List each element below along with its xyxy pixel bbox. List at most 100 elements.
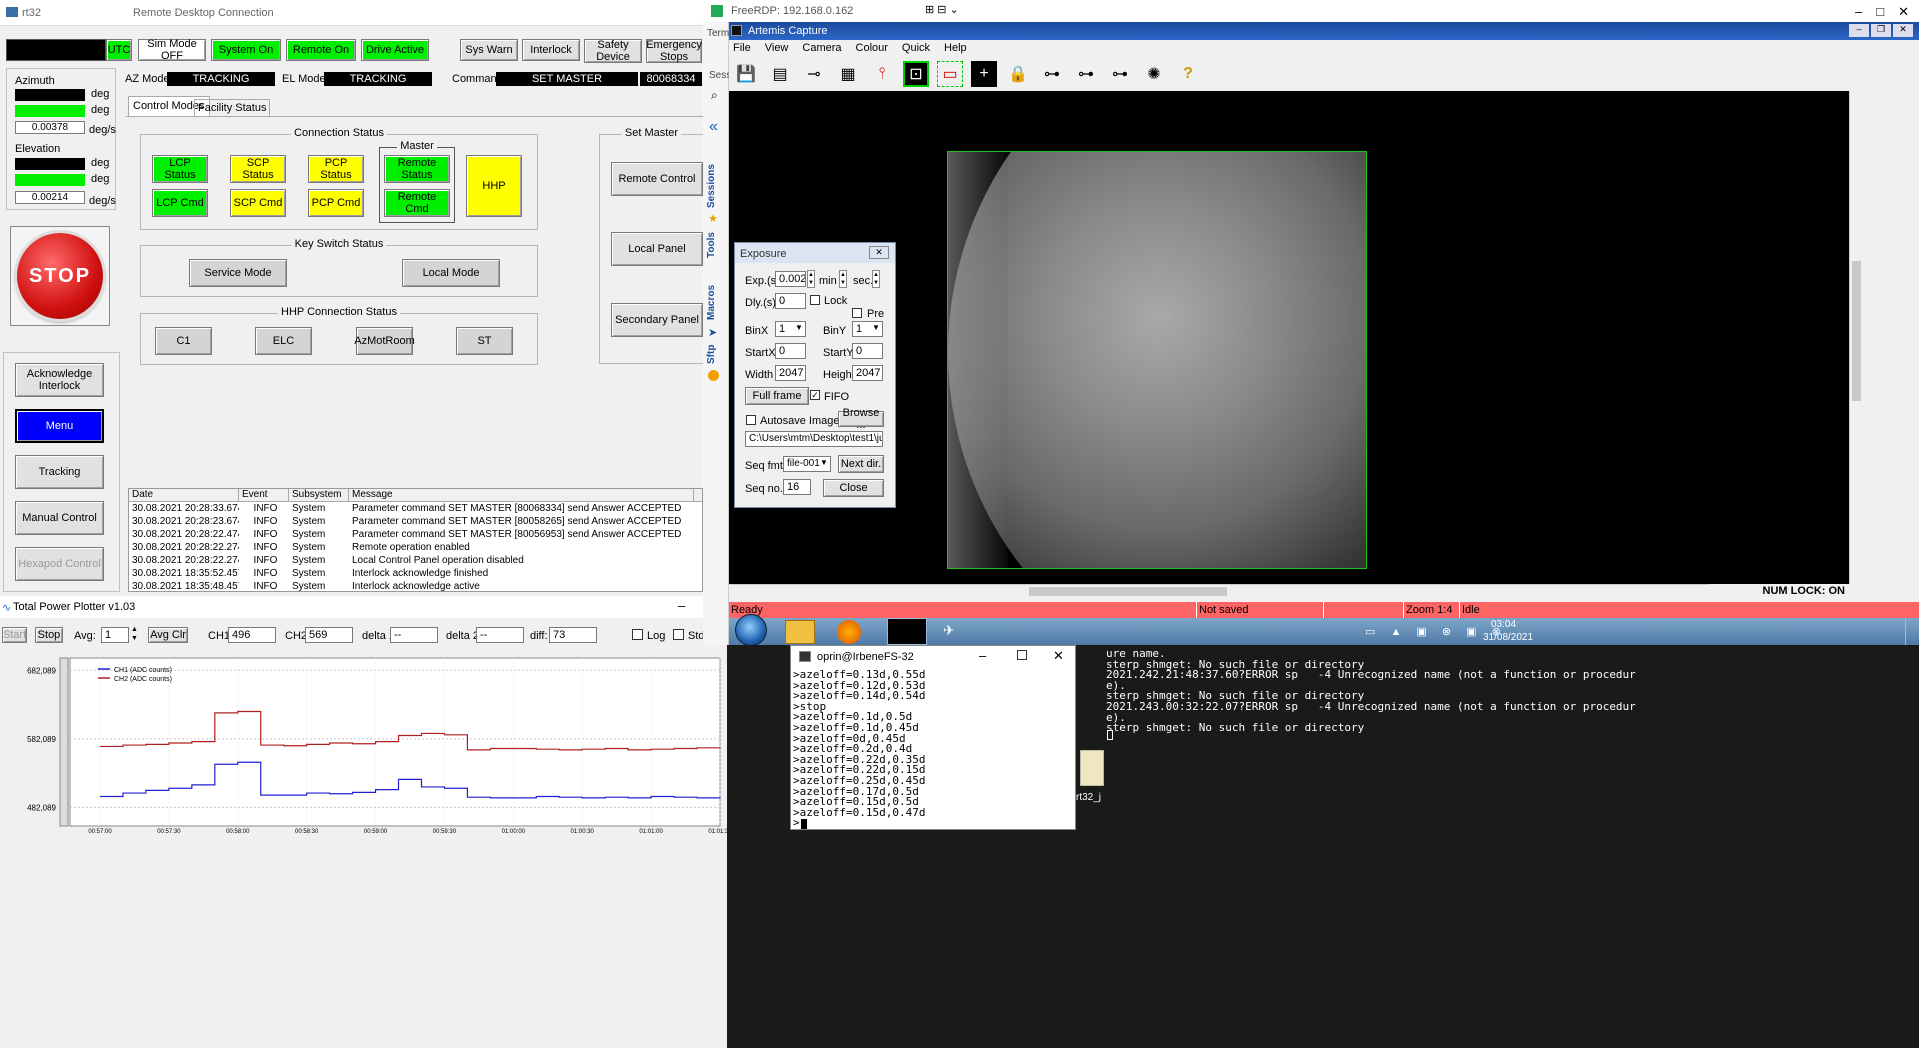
height-input[interactable]: 2047 [852,365,883,381]
path-input[interactable]: C:\Users\mtm\Desktop\test1\jup2 [745,431,883,447]
plot-start-button[interactable]: Start [2,627,27,643]
table-row[interactable]: 30.08.2021 20:28:22.274 INFO System Local C… [129,554,702,567]
log-header-message[interactable]: Message [349,489,694,501]
sess-tab[interactable]: Sess [709,70,731,81]
acknowledge-interlock-button[interactable]: Acknowledge Interlock [15,363,104,397]
manual-control-button[interactable]: Manual Control [15,501,104,535]
filter-refresh-icon[interactable]: ⊶ [1073,61,1099,87]
crosshair-icon[interactable]: + [971,61,997,87]
browse-button[interactable]: Browse ... [838,407,884,431]
close-button[interactable]: Close [823,479,884,497]
menu-button[interactable]: Menu [15,409,104,443]
save-icon[interactable]: 💾 [733,61,759,87]
minimize-icon[interactable]: – [1849,24,1869,37]
image-viewport[interactable] [729,91,1849,584]
colour-wheel-icon[interactable]: ✺ [1141,61,1167,87]
interlock-button[interactable]: Interlock [522,39,580,61]
focus-icon[interactable]: ⊡ [903,61,929,87]
emergency-stops-button[interactable]: Emergency Stops [646,39,702,63]
avg-spinner-icon[interactable]: ▲ ▼ [131,625,138,643]
save-all-icon[interactable]: ▤ [767,61,793,87]
remote-control-button[interactable]: Remote Control [611,162,703,196]
help-icon[interactable]: ? [1175,61,1201,87]
starty-input[interactable]: 0 [852,343,883,359]
next-dir-button[interactable]: Next dir. [838,455,884,473]
terminal-output[interactable]: >azeloff=0.13d,0.55d >azeloff=0.12d,0.53d… [793,669,1073,828]
plot-stop-button[interactable]: Stop [35,627,63,643]
hexapod-control-button[interactable]: Hexapod Control [15,547,104,581]
taskbar-artemis-icon[interactable] [887,618,927,645]
table-row[interactable]: 30.08.2021 20:28:33.674 INFO System Paramet… [129,502,702,515]
log-header-date[interactable]: Date [129,489,239,501]
window-menu-icon[interactable]: ⊞ ⊟ ⌄ [925,3,959,16]
log-header-subsystem[interactable]: Subsystem [289,489,349,501]
local-panel-button[interactable]: Local Panel [611,232,703,266]
menu-item-quick[interactable]: Quick [902,40,930,57]
lock-icon[interactable]: 🔒 [1005,61,1031,87]
tools-tab[interactable]: Tools [706,232,717,258]
start-button[interactable] [735,614,767,646]
horizontal-scrollbar[interactable] [729,584,1849,598]
hscroll-thumb[interactable] [1029,587,1227,596]
menu-item-file[interactable]: File [733,40,751,57]
macros-tab[interactable]: Macros [706,285,717,320]
table-row[interactable]: 30.08.2021 18:35:48.457 INFO System Interlo… [129,580,702,591]
close-icon[interactable]: ✕ [1893,24,1913,37]
maximize-icon[interactable] [1017,650,1027,660]
restore-icon[interactable]: ❐ [1871,24,1891,37]
histogram-icon[interactable]: ▦ [835,61,861,87]
table-row[interactable]: 30.08.2021 20:28:22.474 INFO System Paramet… [129,528,702,541]
collapse-icon[interactable]: « [709,118,718,136]
secondary-panel-button[interactable]: Secondary Panel [611,303,703,337]
sys-warn-button[interactable]: Sys Warn [460,39,518,61]
minimize-icon[interactable]: – [678,598,685,613]
telescope-icon[interactable]: ⊸ [801,61,827,87]
subframe-icon[interactable]: ▭ [937,61,963,87]
log-header-event[interactable]: Event [239,489,289,501]
filter-select-icon[interactable]: ⊶ [1107,61,1133,87]
table-row[interactable]: 30.08.2021 20:28:22.274 INFO System Remote … [129,541,702,554]
dly-input[interactable]: 0 [775,293,806,309]
seqfmt-dropdown-icon[interactable]: ▼ [820,458,828,467]
full-frame-button[interactable]: Full frame [745,387,809,405]
menu-item-camera[interactable]: Camera [802,40,841,57]
vertical-scrollbar[interactable] [1849,91,1863,584]
term-tab[interactable]: Term [707,28,729,39]
show-desktop-button[interactable] [1905,618,1919,645]
exp-input[interactable]: 0.002 [775,271,806,287]
tracking-button[interactable]: Tracking [15,455,104,489]
std-checkbox[interactable] [673,629,684,640]
avg-input[interactable]: 1 [101,627,129,643]
maximize-icon[interactable]: □ [1876,4,1884,20]
taskbar-explorer-icon[interactable] [785,620,815,644]
close-icon[interactable]: ✕ [869,246,889,259]
sec-spinner-icon[interactable]: ▲ ▼ [872,270,880,288]
table-row[interactable]: 30.08.2021 20:28:23.674 INFO System Paramet… [129,515,702,528]
stop-button[interactable]: STOP [17,233,103,319]
binx-dropdown-icon[interactable]: ▼ [795,323,803,332]
desktop-file-icon[interactable] [1080,750,1104,786]
min-spinner-icon[interactable]: ▲ ▼ [839,270,847,288]
avg-clr-button[interactable]: Avg Clr [148,627,188,643]
menu-item-help[interactable]: Help [944,40,967,57]
menu-item-colour[interactable]: Colour [856,40,888,57]
console-output[interactable]: ure name. sterp shmget: No such file or d… [1106,648,1636,749]
sessions-tab[interactable]: Sessions [706,164,717,208]
lock-checkbox[interactable] [810,295,820,305]
search-icon[interactable]: ⌕ [711,88,718,103]
width-input[interactable]: 2047 [775,365,806,381]
temperature-icon[interactable]: ⫯ [869,61,895,87]
filter-wheel-icon[interactable]: ⊶ [1039,61,1065,87]
table-row[interactable]: 30.08.2021 18:35:52.457 INFO System Interlo… [129,567,702,580]
log-checkbox[interactable] [632,629,643,640]
menu-item-view[interactable]: View [765,40,789,57]
taskbar-firefox-icon[interactable] [837,620,861,644]
scroll-thumb[interactable] [1852,261,1861,401]
seqno-input[interactable]: 16 [783,479,811,495]
minimize-icon[interactable]: – [1855,4,1862,20]
exp-spinner-icon[interactable]: ▲ ▼ [807,270,815,288]
taskbar-satellite-icon[interactable]: ✈ [943,622,973,642]
biny-dropdown-icon[interactable]: ▼ [872,323,880,332]
close-icon[interactable]: ✕ [1898,4,1909,20]
fifo-checkbox[interactable]: ✓ [810,390,820,400]
